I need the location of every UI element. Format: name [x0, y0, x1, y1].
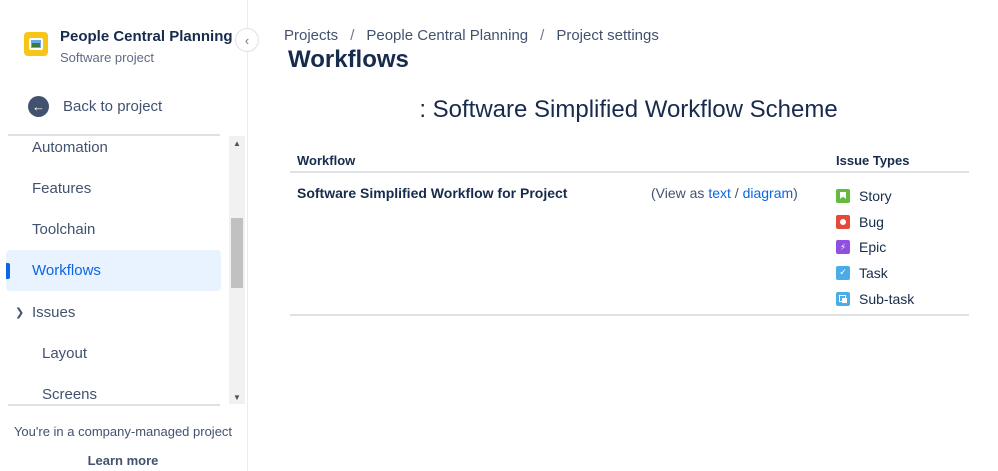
sidebar-item-toolchain[interactable]: Toolchain [6, 209, 221, 250]
project-avatar-icon [24, 32, 48, 56]
issue-type-bug: Bug [836, 209, 914, 235]
column-header-issue-types: Issue Types [836, 153, 910, 168]
learn-more-link[interactable]: Learn more [0, 453, 246, 468]
issue-type-label: Sub-task [859, 290, 915, 307]
breadcrumb: Projects / People Central Planning / Pro… [284, 27, 659, 44]
sidebar-item-layout[interactable]: Layout [6, 333, 221, 374]
project-name: People Central Planning [60, 28, 233, 45]
workflow-name: Software Simplified Workflow for Project [297, 185, 568, 201]
back-to-project-label: Back to project [63, 98, 163, 115]
subtask-icon [836, 291, 850, 306]
collapse-sidebar-button[interactable]: ‹ [235, 28, 259, 52]
view-as-prefix: (View as [651, 185, 705, 201]
project-type: Software project [60, 50, 154, 65]
workflow-scheme-title: : Software Simplified Workflow Scheme [419, 96, 838, 123]
story-icon [836, 188, 850, 203]
sidebar-item-label: Automation [32, 139, 108, 156]
breadcrumb-separator: / [350, 27, 355, 44]
bug-icon [836, 214, 850, 229]
issue-type-label: Task [859, 264, 888, 281]
breadcrumb-separator: / [540, 27, 545, 44]
issue-type-story: Story [836, 183, 914, 209]
scrollbar-thumb[interactable] [231, 218, 243, 288]
issue-type-subtask: Sub-task [836, 286, 914, 312]
table-header: Workflow Issue Types [290, 146, 969, 173]
sidebar-item-features[interactable]: Features [6, 168, 221, 209]
sidebar-item-label: Issues [32, 304, 76, 321]
breadcrumb-project-settings[interactable]: Project settings [556, 27, 659, 44]
sidebar-item-issues[interactable]: ❯ Issues [6, 292, 221, 333]
nav-divider [8, 404, 220, 406]
table-row: Software Simplified Workflow for Project… [290, 173, 969, 316]
project-header[interactable]: People Central Planning Software project [24, 28, 233, 66]
nav-scrollbar[interactable]: ▲ ▼ [229, 136, 245, 404]
sidebar-item-label: Features [32, 180, 92, 197]
breadcrumb-projects[interactable]: Projects [284, 27, 338, 44]
issue-type-label: Epic [859, 239, 887, 256]
task-icon: ✓ [836, 265, 850, 280]
sidebar-item-workflows[interactable]: Workflows [6, 250, 221, 291]
project-sidebar: People Central Planning Software project… [0, 0, 248, 471]
arrow-left-icon: ← [28, 96, 49, 117]
view-as-diagram-link[interactable]: diagram [743, 185, 794, 201]
chevron-left-icon: ‹ [244, 32, 250, 48]
issue-type-label: Bug [859, 213, 884, 230]
scroll-down-arrow-icon[interactable]: ▼ [229, 390, 245, 404]
sidebar-item-screens[interactable]: Screens [6, 374, 221, 404]
sidebar-item-label: Workflows [32, 262, 101, 279]
epic-icon: ⚡ [836, 240, 850, 255]
page-title: Workflows [288, 46, 409, 73]
scroll-up-arrow-icon[interactable]: ▲ [229, 136, 245, 150]
back-to-project-link[interactable]: ← Back to project [28, 96, 162, 117]
workflows-table: Workflow Issue Types Software Simplified… [290, 146, 969, 316]
company-managed-note: You're in a company-managed project [13, 424, 233, 439]
view-as-separator: / [734, 185, 739, 201]
issue-type-label: Story [859, 187, 892, 204]
view-as-suffix: ) [793, 185, 798, 201]
sidebar-item-label: Screens [42, 386, 98, 403]
issue-types-list: Story Bug ⚡ Epic ✓ Task Sub-task [836, 183, 914, 311]
sidebar-item-label: Toolchain [32, 221, 96, 238]
issue-type-epic: ⚡ Epic [836, 234, 914, 260]
issue-type-task: ✓ Task [836, 260, 914, 286]
view-as-links: (View as text / diagram) [651, 185, 798, 201]
sidebar-item-automation[interactable]: Automation [6, 136, 221, 168]
sidebar-item-label: Layout [42, 345, 88, 362]
view-as-text-link[interactable]: text [708, 185, 731, 201]
settings-nav-list: Automation Features Toolchain Workflows … [6, 136, 222, 404]
column-header-workflow: Workflow [297, 153, 356, 168]
breadcrumb-project[interactable]: People Central Planning [366, 27, 528, 44]
chevron-down-icon: ❯ [15, 307, 25, 319]
